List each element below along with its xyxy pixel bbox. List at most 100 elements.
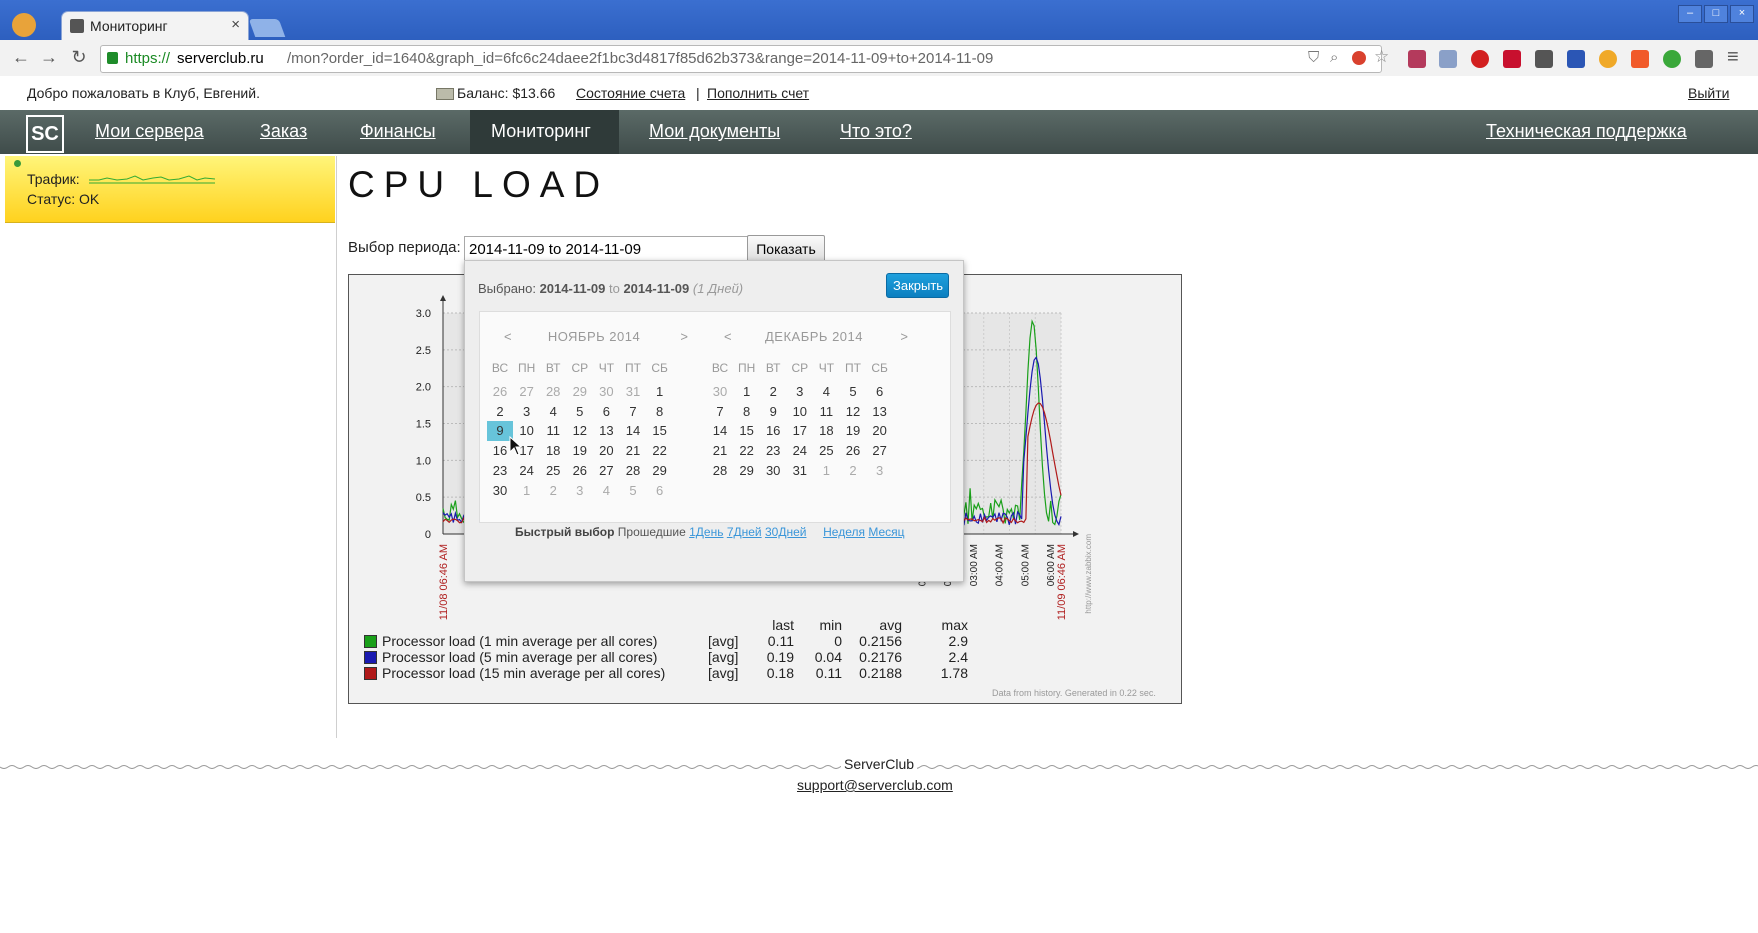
account-state-link[interactable]: Состояние счета [576, 85, 685, 101]
calendar-day[interactable]: 15 [734, 421, 760, 441]
calendar-day[interactable]: 4 [593, 481, 619, 501]
zoom-icon[interactable]: ⌕ [1330, 49, 1338, 66]
calendar-day[interactable]: 22 [647, 441, 673, 461]
tab-close-icon[interactable]: × [231, 16, 240, 33]
logout-link[interactable]: Выйти [1688, 85, 1729, 101]
server-status-box[interactable]: Трафик: Статус: OK [5, 156, 335, 223]
date-picker[interactable]: Выбрано: 2014-11-09 to 2014-11-09 (1 Дне… [464, 260, 964, 582]
calendar-day[interactable]: 27 [593, 461, 619, 481]
calendar-day[interactable]: 18 [813, 421, 839, 441]
top-up-link[interactable]: Пополнить счет [707, 85, 809, 101]
browser-tab[interactable]: Мониторинг × [62, 12, 248, 40]
calendar-day[interactable]: 30 [760, 461, 786, 481]
calendar-day[interactable]: 29 [647, 461, 673, 481]
calendar-day[interactable]: 3 [787, 382, 813, 402]
calendar-day[interactable]: 29 [567, 382, 593, 402]
extension-1-icon[interactable] [1408, 50, 1426, 68]
extension-icon[interactable] [1352, 51, 1366, 65]
calendar-day[interactable]: 8 [734, 402, 760, 422]
calendar-day[interactable]: 30 [487, 481, 513, 501]
nav-documents[interactable]: Мои документы [649, 121, 780, 142]
back-arrow-icon[interactable]: ← [10, 46, 32, 68]
menu-icon[interactable]: ≡ [1727, 46, 1739, 69]
calendar-day[interactable]: 26 [840, 441, 866, 461]
maximize-button[interactable]: □ [1704, 5, 1728, 23]
forward-arrow-icon[interactable]: → [38, 46, 60, 68]
window-close-button[interactable]: × [1730, 5, 1754, 23]
tools-icon[interactable] [1695, 50, 1713, 68]
nav-order[interactable]: Заказ [260, 121, 307, 142]
nav-servers[interactable]: Мои сервера [95, 121, 204, 142]
calendar-day[interactable]: 26 [487, 382, 513, 402]
calendar-day[interactable]: 7 [620, 402, 646, 422]
minimize-button[interactable]: – [1678, 5, 1702, 23]
calendar-day[interactable]: 3 [514, 402, 540, 422]
calendar-day[interactable]: 5 [567, 402, 593, 422]
calendar-day[interactable]: 20 [867, 421, 893, 441]
calendar-day[interactable]: 24 [787, 441, 813, 461]
calendar-day[interactable]: 27 [514, 382, 540, 402]
calendar-day[interactable]: 23 [487, 461, 513, 481]
calendar-day[interactable]: 13 [867, 402, 893, 422]
calendar-day[interactable]: 28 [540, 382, 566, 402]
calendar-day[interactable]: 2 [540, 481, 566, 501]
calendar-day[interactable]: 30 [707, 382, 733, 402]
calendar-day[interactable]: 29 [734, 461, 760, 481]
next-month-button[interactable]: > [900, 329, 908, 344]
calendar-day[interactable]: 11 [540, 421, 566, 441]
serverclub-logo-icon[interactable]: SC [26, 115, 64, 153]
period-input[interactable] [464, 236, 750, 262]
calendar-day[interactable]: 2 [760, 382, 786, 402]
calendar-day[interactable]: 5 [840, 382, 866, 402]
prev-month-button[interactable]: < [504, 329, 512, 344]
calendar-day[interactable]: 1 [734, 382, 760, 402]
calendar-day[interactable]: 14 [707, 421, 733, 441]
adblock-icon[interactable] [1471, 50, 1489, 68]
calendar-day[interactable]: 19 [567, 441, 593, 461]
quick-1-day[interactable]: 1День [689, 525, 723, 539]
calendar-day[interactable]: 22 [734, 441, 760, 461]
calendar-day[interactable]: 17 [787, 421, 813, 441]
calendar-day[interactable]: 24 [514, 461, 540, 481]
calendar-day[interactable]: 13 [593, 421, 619, 441]
calendar-day[interactable]: 14 [620, 421, 646, 441]
close-button[interactable]: Закрыть [886, 273, 949, 298]
calendar-day[interactable]: 11 [813, 402, 839, 422]
quick-week[interactable]: Неделя [823, 525, 865, 539]
calendar-day[interactable]: 2 [840, 461, 866, 481]
calendar-day[interactable]: 26 [567, 461, 593, 481]
quick-7-days[interactable]: 7Дней [727, 525, 762, 539]
calendar-day[interactable]: 27 [867, 441, 893, 461]
nav-monitoring[interactable]: Мониторинг [491, 121, 591, 142]
calendar-day[interactable]: 3 [867, 461, 893, 481]
nav-support[interactable]: Техническая поддержка [1486, 121, 1687, 142]
extension-3-icon[interactable] [1599, 50, 1617, 68]
calendar-day[interactable]: 7 [707, 402, 733, 422]
reload-icon[interactable]: ↻ [68, 46, 90, 68]
shield-icon[interactable]: ⛉ [1308, 49, 1319, 66]
calendar-day[interactable]: 19 [840, 421, 866, 441]
calendar-day[interactable]: 6 [647, 481, 673, 501]
calendar-day[interactable]: 15 [647, 421, 673, 441]
calendar-day[interactable]: 21 [620, 441, 646, 461]
calendar-day[interactable]: 23 [760, 441, 786, 461]
calendar-day[interactable]: 30 [593, 382, 619, 402]
show-button[interactable]: Показать [747, 235, 825, 262]
envelope-icon[interactable] [1535, 50, 1553, 68]
mail-icon[interactable] [1439, 50, 1457, 68]
quick-30-days[interactable]: 30Дней [765, 525, 806, 539]
calendar-day[interactable]: 9 [760, 402, 786, 422]
calendar-day[interactable]: 28 [707, 461, 733, 481]
calendar-day[interactable]: 4 [813, 382, 839, 402]
footer-email-link[interactable]: support@serverclub.com [797, 777, 953, 793]
calendar-day[interactable]: 25 [813, 441, 839, 461]
calendar-day[interactable]: 6 [593, 402, 619, 422]
calendar-day[interactable]: 1 [647, 382, 673, 402]
calendar-day[interactable]: 28 [620, 461, 646, 481]
calendar-day[interactable]: 12 [567, 421, 593, 441]
calendar-icon[interactable] [1567, 50, 1585, 68]
calendar-day[interactable]: 1 [514, 481, 540, 501]
nav-finance[interactable]: Финансы [360, 121, 436, 142]
calendar-day[interactable]: 31 [787, 461, 813, 481]
quick-month[interactable]: Месяц [868, 525, 904, 539]
